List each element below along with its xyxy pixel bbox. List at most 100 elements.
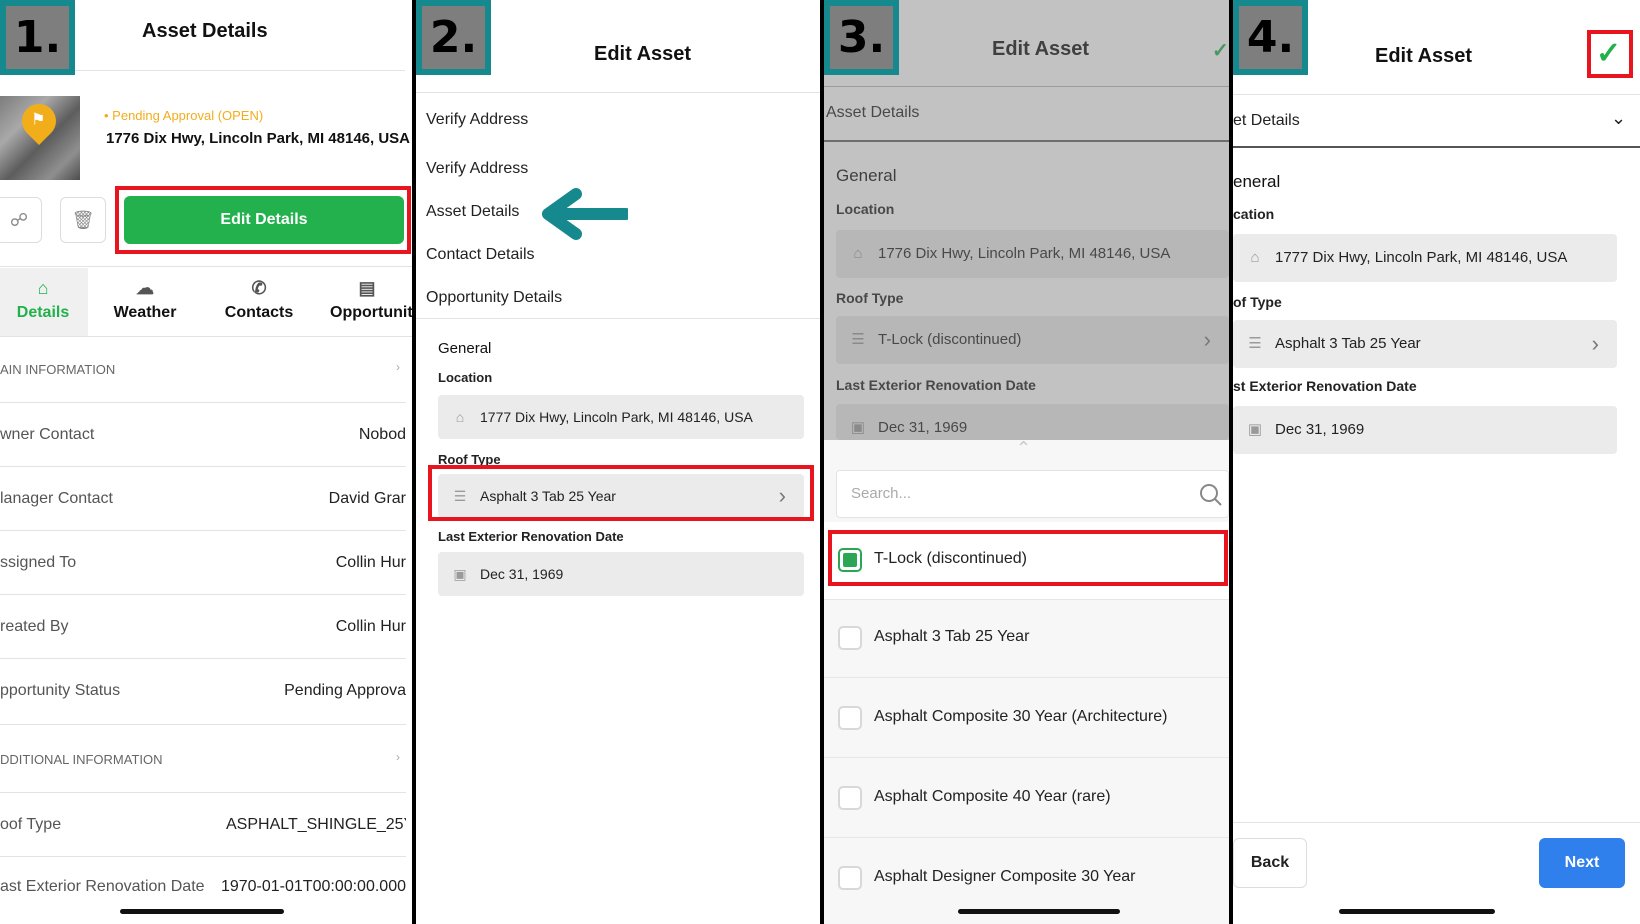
step-number: 2. [422, 6, 485, 69]
home-icon: ⌂ [37, 278, 49, 298]
share-button[interactable]: ☍ [0, 197, 42, 243]
next-button[interactable]: Next [1539, 838, 1625, 888]
option-asphalt-3-tab[interactable]: Asphalt 3 Tab 25 Year [824, 600, 1229, 678]
asset-thumbnail[interactable]: ⚑ [0, 96, 80, 180]
home-indicator [1339, 909, 1495, 914]
back-button[interactable]: Back [1233, 838, 1307, 888]
step-badge-2: 2. [416, 0, 491, 75]
roof-type-value: Asphalt 3 Tab 25 Year [1275, 335, 1421, 352]
row-value: Nobod [358, 426, 406, 443]
row-value: 1970-01-01T00:00:00.000 [220, 878, 406, 895]
tab-label: Details [16, 304, 70, 321]
option-label: Asphalt Composite 40 Year (rare) [874, 788, 1111, 805]
renovation-date-field[interactable]: ▣ Dec 31, 1969 [1233, 406, 1617, 454]
calendar-icon: ▣ [1247, 421, 1263, 438]
page-title: Edit Asset [1375, 45, 1473, 67]
status-text: Pending Approval (OPEN) [112, 108, 264, 123]
menu-verify-address[interactable]: Verify Address [426, 160, 528, 178]
location-field[interactable]: ⌂ 1777 Dix Hwy, Lincoln Park, MI 48146, U… [438, 395, 804, 439]
calendar-icon: ▣ [453, 566, 467, 582]
tab-contacts[interactable]: ✆ Contacts [204, 268, 314, 336]
home-icon: ⌂ [455, 409, 465, 425]
step-number: 4. [1239, 6, 1302, 69]
row-value: ASPHALT_SHINGLE_25YI [226, 816, 406, 833]
checkbox[interactable] [838, 786, 862, 810]
cloud-icon: ☁ [136, 278, 154, 298]
row-label: pportunity Status [0, 682, 121, 699]
chevron-down-icon[interactable]: › [396, 750, 400, 764]
tab-weather[interactable]: ☁ Weather [90, 268, 200, 336]
arrow-left-icon [542, 188, 628, 240]
step-badge-4: 4. [1233, 0, 1308, 75]
step-badge-1: 1. [0, 0, 75, 75]
tab-label: Weather [113, 304, 177, 321]
checkbox[interactable] [838, 706, 862, 730]
row-label: lanager Contact [0, 490, 113, 507]
location-value: 1777 Dix Hwy, Lincoln Park, MI 48146, US… [480, 409, 753, 425]
row-label: reated By [0, 618, 69, 635]
menu-verify-address[interactable]: Verify Address [426, 111, 528, 129]
highlight-box [428, 465, 814, 521]
menu-opportunity-details[interactable]: Opportunity Details [426, 289, 562, 307]
phone-icon: ✆ [251, 278, 267, 298]
menu-asset-details[interactable]: Asset Details [426, 203, 519, 221]
checkbox[interactable] [838, 626, 862, 650]
check-icon[interactable]: ✓ [1596, 36, 1621, 71]
search-icon[interactable] [1199, 483, 1223, 507]
tab-opportunities[interactable]: ▤ Opportunit [318, 268, 412, 336]
chevron-down-icon[interactable]: ⌄ [1611, 108, 1626, 129]
home-icon: ⌂ [1250, 249, 1260, 266]
row-value: Collin Hur [335, 618, 406, 635]
section-general: eneral [1233, 172, 1281, 191]
chevron-right-icon: › [1591, 331, 1599, 356]
renovation-date-field[interactable]: ▣ Dec 31, 1969 [438, 552, 804, 596]
location-value: 1777 Dix Hwy, Lincoln Park, MI 48146, US… [1275, 249, 1568, 266]
date-value: Dec 31, 1969 [1275, 421, 1365, 438]
row-label: wner Contact [0, 426, 95, 443]
option-label: Asphalt Designer Composite 30 Year [874, 868, 1136, 885]
panel-edit-asset-menu: 2. Edit Asset Verify Address Verify Addr… [416, 0, 820, 924]
tab-label: Contacts [224, 304, 294, 321]
option-asphalt-composite-30[interactable]: Asphalt Composite 30 Year (Architecture) [824, 680, 1229, 758]
location-label: cation [1233, 206, 1275, 222]
tab-label: Opportunit [330, 304, 412, 321]
option-asphalt-composite-40[interactable]: Asphalt Composite 40 Year (rare) [824, 760, 1229, 838]
panel-asset-details: 1. Asset Details ⚑ • Pending Approval (O… [0, 0, 412, 924]
list-icon: ☰ [1248, 335, 1262, 352]
row-label: ast Exterior Renovation Date [0, 878, 205, 895]
page-title: Edit Asset [594, 43, 692, 65]
row-label: ssigned To [0, 554, 77, 571]
row-value: Pending Approva [284, 682, 406, 699]
search-placeholder: Search... [851, 485, 912, 502]
chevron-down-icon[interactable]: › [396, 360, 400, 374]
asset-address: 1776 Dix Hwy, Lincoln Park, MI 48146, US… [106, 130, 411, 147]
map-pin-icon: ⚑ [14, 96, 64, 146]
trash-icon: 🗑 [71, 210, 95, 230]
delete-button[interactable]: 🗑 [60, 197, 106, 243]
section-general: General [438, 340, 492, 357]
checkbox[interactable] [838, 866, 862, 890]
home-indicator [958, 909, 1120, 914]
panel-roof-type-picker: Edit Asset ✓ Asset Details General Locat… [824, 0, 1229, 924]
option-asphalt-designer-30[interactable]: Asphalt Designer Composite 30 Year [824, 840, 1229, 918]
section-asset-details[interactable]: et Details [1233, 112, 1300, 130]
briefcase-icon: ▤ [358, 278, 376, 298]
drag-handle-icon[interactable]: ⌃ [1016, 438, 1031, 459]
panel-edit-asset-confirm: 4. Edit Asset ✓ et Details ⌄ eneral cati… [1233, 0, 1640, 924]
row-value: Collin Hur [335, 554, 406, 571]
roof-type-select[interactable]: ☰ Asphalt 3 Tab 25 Year › [1233, 320, 1617, 368]
date-value: Dec 31, 1969 [480, 566, 564, 582]
section-additional-information[interactable]: DDITIONAL INFORMATION [0, 752, 163, 767]
roof-type-label: of Type [1233, 294, 1282, 310]
tab-details[interactable]: ⌂ Details [0, 268, 88, 336]
highlight-box [828, 530, 1228, 586]
step-number: 1. [6, 6, 69, 69]
option-label: Asphalt Composite 30 Year (Architecture) [874, 708, 1168, 725]
row-label: oof Type [0, 816, 62, 833]
share-icon: ☍ [9, 210, 29, 230]
step-number: 3. [830, 6, 893, 69]
location-field[interactable]: ⌂ 1777 Dix Hwy, Lincoln Park, MI 48146, U… [1233, 234, 1617, 282]
section-main-information[interactable]: AIN INFORMATION [0, 362, 115, 377]
menu-contact-details[interactable]: Contact Details [426, 246, 535, 264]
search-input[interactable]: Search... [836, 470, 1229, 518]
